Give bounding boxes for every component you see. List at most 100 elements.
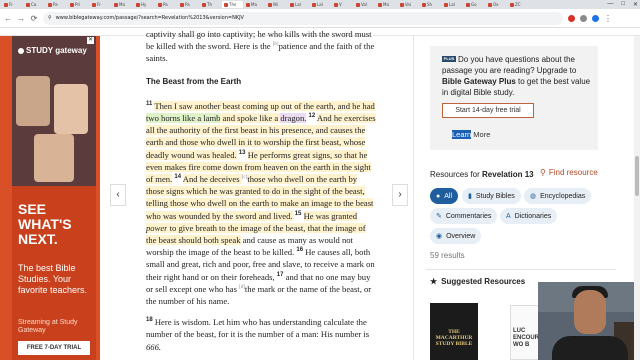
maximize-button[interactable]: □: [621, 1, 625, 8]
back-icon[interactable]: ←: [4, 14, 12, 23]
tab-favicon-icon: [92, 2, 96, 7]
verse-number: 14: [174, 174, 182, 181]
highlighted-text[interactable]: dragon.: [280, 113, 307, 124]
browser-tab[interactable]: Pa: [46, 1, 67, 8]
page-scrollbar[interactable]: [634, 36, 640, 360]
dictionary-icon: A: [506, 212, 511, 220]
chip-encyclopedias[interactable]: ◍ Encyclopedias: [524, 188, 592, 204]
highlighted-text[interactable]: Then I saw another beast coming up out o…: [154, 100, 375, 111]
browser-tab[interactable]: Vai: [398, 1, 419, 8]
site-info-icon[interactable]: ⚲: [48, 15, 52, 21]
extension-icon[interactable]: [568, 14, 575, 22]
tab-favicon-icon: [290, 2, 294, 7]
browser-tab[interactable]: Wi: [266, 1, 287, 8]
plus-promo-box: Do you have questions about the passage …: [430, 46, 598, 150]
reload-icon[interactable]: ⟳: [30, 14, 38, 23]
tab-favicon-icon: [356, 2, 360, 7]
tab-favicon-icon: [444, 2, 448, 7]
browser-tab[interactable]: Ox: [486, 1, 507, 8]
results-count: 59 results: [430, 251, 465, 260]
tab-title: Pa: [53, 2, 58, 7]
browser-tab[interactable]: Ca: [24, 1, 45, 8]
browser-tab[interactable]: Val: [354, 1, 375, 8]
close-window-button[interactable]: ✕: [633, 1, 638, 8]
find-resource-link[interactable]: ⚲ Find resource: [540, 168, 598, 177]
browser-tab[interactable]: Sh: [420, 1, 441, 8]
browser-tab[interactable]: Lal: [442, 1, 463, 8]
browser-tab[interactable]: Th: [200, 1, 221, 8]
highlighted-text[interactable]: two horns like a lamb: [146, 113, 221, 124]
scrollbar-thumb[interactable]: [635, 156, 639, 196]
chip-all[interactable]: ● All: [430, 188, 459, 204]
column-divider: [413, 36, 414, 360]
browser-tab[interactable]: Fr: [90, 1, 111, 8]
ad-close-icon[interactable]: ✕: [87, 37, 94, 44]
tab-title: Hy: [141, 2, 147, 7]
browser-tab[interactable]: Lal: [310, 1, 331, 8]
address-bar-row: ← → ⟳ ⚲ www.biblegateway.com/passage/?se…: [0, 9, 640, 28]
verse-number: 13: [238, 149, 246, 156]
extension-icon[interactable]: [580, 14, 587, 22]
browser-tab[interactable]: Go: [464, 1, 485, 8]
ad-trial-button[interactable]: FREE 7-DAY TRIAL: [18, 341, 90, 355]
browser-tab[interactable]: Hy: [134, 1, 155, 8]
passage-text: captivity shall go into captivity; he wh…: [146, 28, 376, 353]
ad-teacher-photo: [34, 134, 74, 182]
chip-overview[interactable]: ◉ Overview: [430, 228, 482, 244]
start-trial-button[interactable]: Start 14-day free trial: [442, 103, 534, 118]
tab-favicon-icon: [48, 2, 52, 7]
browser-tab[interactable]: Lal: [288, 1, 309, 8]
forward-icon[interactable]: →: [17, 14, 25, 23]
browser-tab[interactable]: Ma: [376, 1, 397, 8]
tab-favicon-icon: [312, 2, 316, 7]
tab-favicon-icon: [268, 2, 272, 7]
ad-body-text: The best Bible Studies. Your favorite te…: [18, 263, 88, 295]
tab-favicon-icon: [4, 2, 8, 7]
verses-11-18: 11 Then I saw another beast coming up ou…: [146, 100, 376, 307]
tab-favicon-icon: [378, 2, 382, 7]
chip-study-bibles[interactable]: ▮ Study Bibles: [462, 188, 521, 204]
url-input[interactable]: ⚲ www.biblegateway.com/passage/?search=R…: [43, 11, 563, 25]
menu-icon[interactable]: ⋮: [604, 14, 612, 23]
chip-dictionaries[interactable]: A Dictionaries: [500, 208, 558, 224]
divider: [426, 269, 616, 270]
chip-commentaries[interactable]: ✎ Commentaries: [430, 208, 498, 224]
ad-headline: SEE WHAT'S NEXT.: [18, 201, 72, 247]
tab-title: The: [229, 2, 237, 7]
tab-title: Pri: [75, 2, 81, 7]
browser-tab[interactable]: Pa: [156, 1, 177, 8]
ad-teacher-photo: [54, 84, 88, 134]
learn-more-link[interactable]: Learn More: [452, 130, 490, 139]
tab-title: ZC: [515, 2, 521, 7]
tab-title: Lal: [295, 2, 301, 7]
browser-tab[interactable]: Ma: [112, 1, 133, 8]
study-gateway-ad[interactable]: STUDY gateway ✕ SEE WHAT'S NEXT. The bes…: [12, 36, 96, 360]
highlighted-text[interactable]: He was granted: [303, 210, 358, 221]
next-chapter-button[interactable]: ›: [392, 184, 408, 206]
resources-title: Resources for Revelation 13: [430, 170, 534, 179]
tab-title: Ma: [383, 2, 389, 7]
tab-favicon-icon: [158, 2, 162, 7]
minimize-button[interactable]: —: [607, 1, 613, 8]
browser-tab[interactable]: Fr: [2, 1, 23, 8]
browser-tab[interactable]: ZC: [508, 1, 529, 8]
profile-icon[interactable]: [592, 14, 599, 22]
browser-tab[interactable]: V: [332, 1, 353, 8]
globe-icon: ◍: [530, 193, 537, 200]
book-cover-macarthur[interactable]: THE MACARTHUR STUDY BIBLE: [430, 303, 478, 360]
prev-chapter-button[interactable]: ‹: [110, 184, 126, 206]
tab-title: Val: [361, 2, 367, 7]
search-icon: ⚲: [540, 168, 546, 177]
tab-title: Ma: [119, 2, 125, 7]
browser-tab[interactable]: Ma: [244, 1, 265, 8]
browser-tab[interactable]: The: [222, 1, 243, 8]
verse-number: 16: [296, 247, 304, 254]
browser-tab[interactable]: Pa: [178, 1, 199, 8]
tab-favicon-icon: [136, 2, 140, 7]
browser-tab[interactable]: Pri: [68, 1, 89, 8]
highlighted-text[interactable]: And he deceives: [182, 174, 242, 185]
ad-streaming-text: Streaming at Study Gateway: [18, 319, 78, 334]
tab-favicon-icon: [488, 2, 492, 7]
browser-tab-strip: Fr Ca Pa Pri Fr Ma Hy Pa Pa Th The Ma Wi Lal Lal V Val Ma…: [0, 0, 640, 9]
verse-number: 18: [146, 317, 153, 324]
